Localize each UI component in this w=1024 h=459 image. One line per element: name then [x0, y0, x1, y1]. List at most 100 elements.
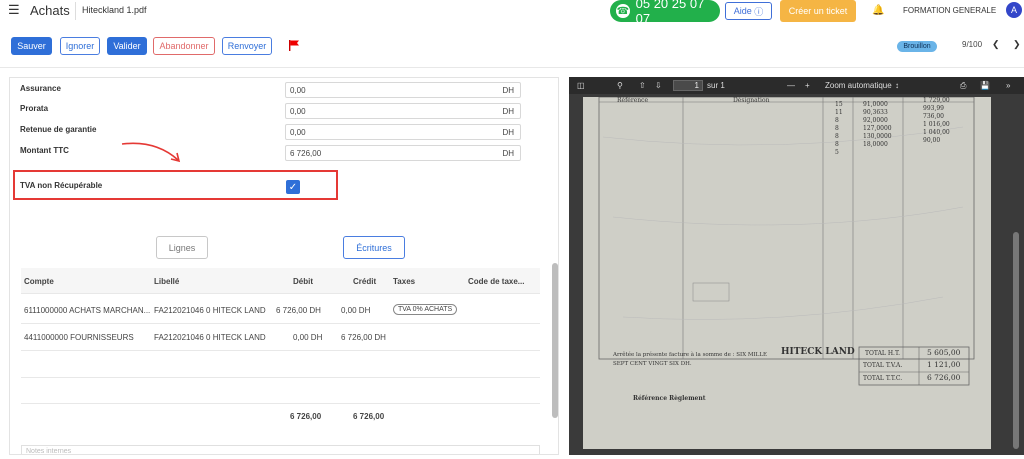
retenue-label: Retenue de garantie — [20, 125, 97, 134]
invoice-amount: 1 016,00 — [923, 121, 950, 128]
document-filename: Hiteckland 1.pdf — [82, 5, 147, 15]
tab-lignes[interactable]: Lignes — [156, 236, 208, 259]
divider — [75, 2, 76, 20]
page-total: sur 1 — [707, 81, 725, 90]
download-icon[interactable]: 💾 — [980, 81, 990, 90]
retenue-value: 0,00 — [290, 127, 306, 137]
arrow-down-icon[interactable]: ⇩ — [655, 81, 662, 90]
tax-badge: TVA 0% ACHATS — [393, 304, 458, 315]
invoice-qty: 5 — [835, 149, 839, 156]
col-credit: Crédit — [353, 277, 377, 286]
chevron-right-icon[interactable]: ❯ — [1013, 39, 1021, 50]
bell-icon[interactable]: 🔔 — [872, 5, 884, 16]
row-divider — [21, 323, 540, 324]
avatar[interactable]: A — [1006, 2, 1022, 18]
invoice-total-ttc: 6 726,00 — [927, 373, 961, 382]
row2-debit: 0,00 DH — [293, 333, 323, 342]
print-icon[interactable]: ⎙ — [960, 81, 966, 91]
top-bar: ☰ Achats Hiteckland 1.pdf ☎ 05 20 25 07 … — [0, 0, 1024, 26]
invoice-total-tva: 1 121,00 — [927, 360, 961, 369]
page-title: Achats — [30, 3, 70, 18]
invoice-qty: 8 — [835, 133, 839, 140]
pdf-toolbar: ◫ ⚲ ⇧ ⇩ 1 sur 1 — + Zoom automatique ↕ ⎙… — [569, 77, 1024, 94]
invoice-amount: 736,00 — [923, 113, 944, 120]
chevron-double-right-icon[interactable]: » — [1006, 81, 1010, 90]
retenue-field[interactable]: 0,00 DH — [285, 124, 521, 140]
menu-icon[interactable]: ☰ — [8, 3, 20, 16]
invoice-price: 90,3633 — [863, 109, 888, 116]
arrow-up-icon[interactable]: ⇧ — [639, 81, 646, 90]
row2-credit: 6 726,00 DH — [341, 333, 386, 342]
row1-libelle: FA212021046 0 HITECK LAND — [154, 306, 266, 315]
invoice-qty: 15 — [835, 101, 843, 108]
invoice-reglement: Référence Règlement — [633, 395, 706, 402]
currency-label: DH — [502, 127, 514, 137]
phone-button[interactable]: ☎ 05 20 25 07 07 — [610, 0, 720, 26]
total-credit: 6 726,00 — [353, 412, 385, 421]
tva-label: TVA non Récupérable — [20, 181, 103, 190]
invoice-amount: 993,99 — [923, 105, 944, 112]
ttc-field[interactable]: 6 726,00 DH — [285, 145, 521, 161]
divider — [0, 67, 1024, 68]
invoice-page: Référence Désignation 15 11 8 8 8 8 5 91… — [583, 97, 991, 449]
chevron-left-icon[interactable]: ❮ — [992, 39, 1000, 50]
chevron-updown-icon: ↕ — [895, 81, 899, 90]
zoom-select[interactable]: Zoom automatique — [825, 81, 892, 90]
abandon-button[interactable]: Abandonner — [153, 37, 215, 55]
save-button[interactable]: Sauver — [11, 37, 52, 55]
invoice-total-ht: 5 605,00 — [927, 348, 961, 357]
tva-checkbox[interactable]: ✓ — [286, 180, 300, 194]
page-number-input[interactable]: 1 — [673, 80, 703, 91]
invoice-price: 91,0000 — [863, 101, 888, 108]
col-compte: Compte — [24, 277, 54, 286]
create-ticket-button[interactable]: Créer un ticket — [780, 0, 856, 22]
row-divider — [21, 403, 540, 404]
notes-field[interactable]: Notes internes — [21, 445, 540, 454]
help-button[interactable]: Aide ⓘ — [725, 2, 772, 20]
assurance-field[interactable]: 0,00 DH — [285, 82, 521, 98]
currency-label: DH — [502, 85, 514, 95]
invoice-amount: 90,00 — [923, 137, 941, 144]
zoom-in-icon[interactable]: + — [805, 81, 810, 90]
invoice-qty: 8 — [835, 141, 839, 148]
invoice-qty: 11 — [835, 109, 843, 116]
ttc-label: Montant TTC — [20, 146, 69, 155]
zoom-out-icon[interactable]: — — [787, 81, 795, 90]
invoice-qty: 8 — [835, 117, 839, 124]
row-divider — [21, 350, 540, 351]
flag-icon[interactable] — [288, 39, 300, 51]
invoice-qty: 8 — [835, 125, 839, 132]
invoice-col-ref: Référence — [617, 97, 649, 104]
invoice-footer-text: Arrêtée la présente facture à la somme d… — [613, 352, 767, 367]
col-code-taxe: Code de taxe... — [468, 277, 525, 286]
invoice-total-ht-label: TOTAL H.T. — [865, 350, 900, 357]
validate-button[interactable]: Valider — [107, 37, 147, 55]
form-pane: Assurance 0,00 DH Prorata 0,00 DH Retenu… — [9, 77, 559, 455]
row1-compte: 6111000000 ACHATS MARCHAN... — [24, 306, 151, 315]
total-debit: 6 726,00 — [290, 412, 322, 421]
currency-label: DH — [502, 106, 514, 116]
invoice-amount: 1 729,00 — [923, 97, 950, 104]
row2-compte: 4411000000 FOURNISSEURS — [24, 333, 134, 342]
col-taxes: Taxes — [393, 277, 416, 286]
form-scrollbar[interactable] — [552, 263, 558, 418]
prorata-label: Prorata — [20, 104, 49, 113]
resend-button[interactable]: Renvoyer — [222, 37, 272, 55]
phone-number: 05 20 25 07 07 — [635, 0, 705, 26]
status-badge: Brouillon — [897, 41, 937, 52]
row1-debit: 6 726,00 DH — [276, 306, 321, 315]
tab-ecritures[interactable]: Écritures — [343, 236, 405, 259]
sidebar-toggle-icon[interactable]: ◫ — [577, 81, 585, 90]
invoice-total-ttc-label: TOTAL T.T.C. — [863, 375, 903, 382]
col-libelle: Libellé — [154, 277, 180, 286]
organization-name[interactable]: FORMATION GENERALE — [903, 6, 996, 15]
prorata-field[interactable]: 0,00 DH — [285, 103, 521, 119]
pdf-scrollbar[interactable] — [1013, 232, 1019, 449]
annotation-arrow — [121, 142, 181, 163]
currency-label: DH — [502, 148, 514, 158]
invoice-col-designation: Désignation — [733, 97, 770, 104]
col-debit: Débit — [293, 277, 313, 286]
search-icon[interactable]: ⚲ — [617, 81, 623, 90]
ignore-button[interactable]: Ignorer — [60, 37, 100, 55]
row1-credit: 0,00 DH — [341, 306, 371, 315]
